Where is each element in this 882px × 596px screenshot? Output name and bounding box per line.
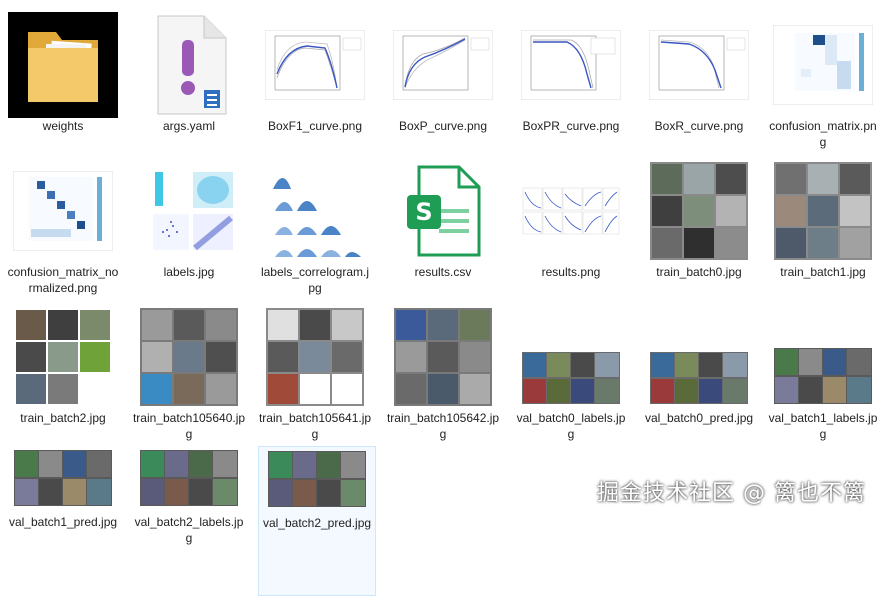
photo-strip-thumbnail xyxy=(4,448,122,508)
file-name: val_batch2_labels.jpg xyxy=(134,515,244,545)
photo-strip-thumbnail xyxy=(130,448,248,508)
photo-strip-thumbnail xyxy=(259,449,375,509)
file-name: train_batch105641.jpg xyxy=(258,411,372,441)
file-name: val_batch1_labels.jpg xyxy=(768,411,878,441)
file-item-val-batch0-pred[interactable]: val_batch0_pred.jpg xyxy=(640,296,758,446)
file-name: BoxP_curve.png xyxy=(398,119,488,133)
file-name: train_batch0.jpg xyxy=(656,265,742,279)
matrix-thumbnail xyxy=(764,12,882,118)
file-name: labels.jpg xyxy=(163,265,215,279)
file-item-weights[interactable]: weights xyxy=(4,4,122,154)
photo-grid-thumbnail xyxy=(384,304,502,410)
file-item-boxr-curve[interactable]: BoxR_curve.png xyxy=(640,4,758,154)
photo-grid-thumbnail xyxy=(256,304,374,410)
file-item-confusion-matrix-normalized[interactable]: confusion_matrix_normalized.png xyxy=(4,150,122,300)
file-name: val_batch1_pred.jpg xyxy=(8,515,118,529)
correlogram-thumbnail xyxy=(256,158,374,264)
file-item-train-batch105640[interactable]: train_batch105640.jpg xyxy=(130,296,248,446)
photo-grid-thumbnail xyxy=(4,304,122,410)
file-item-train-batch2[interactable]: train_batch2.jpg xyxy=(4,296,122,446)
file-item-val-batch2-pred[interactable]: val_batch2_pred.jpg xyxy=(258,446,376,596)
results-thumbnail xyxy=(512,158,630,264)
file-item-val-batch1-labels[interactable]: val_batch1_labels.jpg xyxy=(764,296,882,446)
file-item-train-batch0[interactable]: train_batch0.jpg xyxy=(640,150,758,300)
curve-thumbnail xyxy=(384,12,502,118)
photo-grid-thumbnail xyxy=(640,158,758,264)
svg-text:S: S xyxy=(415,198,432,226)
file-item-boxf1-curve[interactable]: BoxF1_curve.png xyxy=(256,4,374,154)
file-name: BoxPR_curve.png xyxy=(522,119,620,133)
labels-thumbnail xyxy=(130,158,248,264)
csv-file-icon: S xyxy=(384,158,502,264)
file-name: confusion_matrix.png xyxy=(769,119,877,149)
file-name: val_batch2_pred.jpg xyxy=(262,516,372,530)
curve-thumbnail xyxy=(640,12,758,118)
file-item-train-batch1[interactable]: train_batch1.jpg xyxy=(764,150,882,300)
file-item-results-png[interactable]: results.png xyxy=(512,150,630,300)
file-name: args.yaml xyxy=(162,119,215,133)
file-name: train_batch105642.jpg xyxy=(386,411,500,441)
file-item-args-yaml[interactable]: args.yaml xyxy=(130,4,248,154)
file-item-val-batch0-labels[interactable]: val_batch0_labels.jpg xyxy=(512,296,630,446)
photo-strip-thumbnail xyxy=(764,304,882,410)
photo-strip-thumbnail xyxy=(640,304,758,410)
photo-grid-thumbnail xyxy=(130,304,248,410)
file-name: train_batch1.jpg xyxy=(780,265,866,279)
file-name: results.csv xyxy=(414,265,472,279)
file-item-train-batch105642[interactable]: train_batch105642.jpg xyxy=(384,296,502,446)
file-name: BoxF1_curve.png xyxy=(267,119,363,133)
file-item-val-batch1-pred[interactable]: val_batch1_pred.jpg xyxy=(4,442,122,592)
folder-icon xyxy=(4,12,122,118)
file-item-labels-correlogram[interactable]: labels_correlogram.jpg xyxy=(256,150,374,300)
file-item-results-csv[interactable]: S results.csv xyxy=(384,150,502,300)
file-item-labels[interactable]: labels.jpg xyxy=(130,150,248,300)
curve-thumbnail xyxy=(512,12,630,118)
file-item-boxp-curve[interactable]: BoxP_curve.png xyxy=(384,4,502,154)
file-item-val-batch2-labels[interactable]: val_batch2_labels.jpg xyxy=(130,442,248,592)
photo-strip-thumbnail xyxy=(512,304,630,410)
file-item-train-batch105641[interactable]: train_batch105641.jpg xyxy=(256,296,374,446)
file-name: BoxR_curve.png xyxy=(654,119,744,133)
file-item-boxpr-curve[interactable]: BoxPR_curve.png xyxy=(512,4,630,154)
file-name: val_batch0_labels.jpg xyxy=(516,411,626,441)
file-name: train_batch2.jpg xyxy=(20,411,106,425)
yaml-file-icon xyxy=(130,12,248,118)
matrix-thumbnail xyxy=(4,158,122,264)
file-item-confusion-matrix[interactable]: confusion_matrix.png xyxy=(764,4,882,154)
photo-grid-thumbnail xyxy=(764,158,882,264)
file-name: train_batch105640.jpg xyxy=(132,411,246,441)
file-name: labels_correlogram.jpg xyxy=(260,265,370,295)
curve-thumbnail xyxy=(256,12,374,118)
file-name: weights xyxy=(42,119,84,133)
file-name: val_batch0_pred.jpg xyxy=(644,411,754,425)
watermark: 掘金技术社区 @ 篱也不篱 xyxy=(597,481,866,506)
file-name: confusion_matrix_normalized.png xyxy=(7,265,119,295)
file-name: results.png xyxy=(541,265,601,279)
